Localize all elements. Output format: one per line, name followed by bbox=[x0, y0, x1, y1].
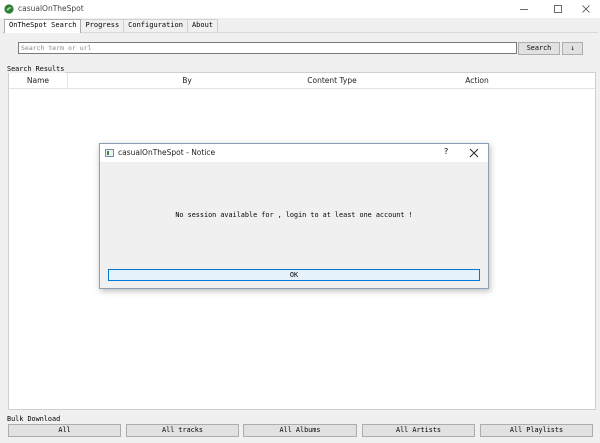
search-input[interactable]: Search term or url bbox=[18, 42, 517, 54]
tab-progress[interactable]: Progress bbox=[80, 19, 125, 32]
title-bar: casualOnTheSpot bbox=[0, 0, 600, 18]
close-button[interactable] bbox=[572, 0, 600, 18]
window-title: casualOnTheSpot bbox=[18, 4, 84, 13]
download-all-artists-button[interactable]: All Artists bbox=[362, 424, 475, 437]
bulk-download-group-title: Bulk Download bbox=[6, 415, 62, 423]
dialog-help-button[interactable]: ? bbox=[444, 147, 448, 156]
dialog-title: casualOnTheSpot - Notice bbox=[118, 148, 216, 157]
app-logo-icon bbox=[4, 4, 14, 14]
tab-onthespot-search[interactable]: OnTheSpot Search bbox=[4, 19, 82, 33]
search-button[interactable]: Search bbox=[518, 42, 560, 55]
download-all-tracks-button[interactable]: All tracks bbox=[126, 424, 239, 437]
dialog-title-bar: casualOnTheSpot - Notice ? bbox=[100, 144, 488, 162]
dialog-message: No session available for , login to at l… bbox=[175, 211, 413, 219]
download-all-button[interactable]: All bbox=[8, 424, 121, 437]
dialog-close-icon[interactable] bbox=[469, 148, 479, 158]
tab-pane-border bbox=[2, 32, 598, 33]
minimize-button[interactable] bbox=[510, 0, 538, 18]
maximize-button[interactable] bbox=[544, 0, 572, 18]
column-header-action[interactable]: Action bbox=[393, 73, 561, 89]
tab-about[interactable]: About bbox=[186, 19, 219, 32]
close-icon bbox=[582, 5, 590, 13]
column-header-name[interactable]: Name bbox=[9, 73, 67, 89]
download-all-playlists-button[interactable]: All Playlists bbox=[480, 424, 593, 437]
download-all-albums-button[interactable]: All Albums bbox=[243, 424, 357, 437]
dialog-window-icon bbox=[105, 149, 114, 157]
minimize-icon bbox=[520, 9, 528, 10]
tab-configuration[interactable]: Configuration bbox=[123, 19, 188, 32]
tab-bar: OnTheSpot Search Progress Configuration … bbox=[4, 19, 219, 33]
sort-button[interactable]: ↓ bbox=[562, 42, 583, 55]
maximize-icon bbox=[554, 5, 562, 13]
ok-button[interactable]: OK bbox=[108, 269, 480, 281]
notice-dialog: casualOnTheSpot - Notice ? No session av… bbox=[99, 143, 489, 289]
search-results-group-title: Search Results bbox=[6, 65, 66, 73]
results-header: Name By Content Type Action bbox=[9, 73, 595, 89]
